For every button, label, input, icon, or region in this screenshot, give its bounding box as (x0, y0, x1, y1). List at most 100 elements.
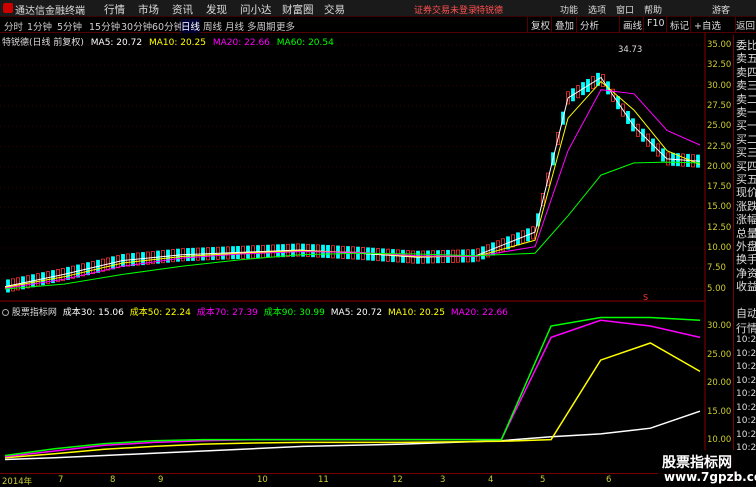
watermark-url: www.7gpzb.com (664, 470, 756, 484)
tool-back[interactable]: 返回 (735, 17, 756, 32)
tool-overlay[interactable]: 叠加 (551, 17, 577, 32)
date-tick: 11 (318, 475, 329, 485)
date-tick: 12 (392, 475, 403, 485)
title-bar: 通达信金融终端 行情 市场 资讯 发现 问小达 财富圈 交易 证券交易未登录 特… (0, 0, 756, 17)
period-15min[interactable]: 15分钟 (89, 19, 120, 33)
date-tick: 8 (110, 475, 116, 485)
price-tick: 5.00 (707, 283, 726, 294)
indicator-tick: 30.00 (707, 321, 732, 331)
signal-marker: S (643, 293, 649, 302)
cost90-value: 成本90: 30.99 (263, 308, 325, 318)
indicator-header: 股票指标网 成本30: 15.06 成本50: 22.24 成本70: 27.3… (2, 305, 508, 318)
watermark: 股票指标网 www.7gpzb.com (658, 450, 756, 487)
ma5-value: MA5: 20.72 (90, 38, 143, 48)
indicator-tick: 25.00 (707, 349, 732, 360)
period-weekly[interactable]: 周线 (203, 19, 222, 33)
series-ma10-line (4, 80, 701, 288)
period-1min[interactable]: 1分钟 (27, 19, 52, 33)
menu-functions[interactable]: 功能 (560, 3, 578, 16)
sub-ma10-value: MA10: 20.25 (387, 308, 445, 318)
date-tick: 7 (58, 475, 64, 485)
price-tick: 10.00 (707, 243, 732, 253)
side-label: 行情 (736, 322, 756, 335)
ma10-value: MA10: 20.25 (148, 38, 206, 48)
app-logo-icon (3, 3, 13, 13)
menu-wealth[interactable]: 财富圈 (282, 2, 314, 17)
period-timeshare[interactable]: 分时 (4, 19, 23, 33)
menu-news[interactable]: 资讯 (172, 2, 193, 17)
indicator-tick: 15.00 (707, 406, 732, 417)
date-tick: 5 (540, 475, 546, 485)
menu-market[interactable]: 市场 (138, 2, 159, 17)
side-label: 10:20 (736, 429, 756, 440)
price-tick: 35.00 (707, 40, 732, 50)
side-label: 10:20 (736, 362, 756, 372)
date-tick: 2014年 (2, 477, 33, 487)
cost70-value: 成本70: 27.39 (196, 308, 258, 318)
price-tick: 17.50 (707, 182, 732, 193)
indicator-name[interactable]: 股票指标网 (12, 308, 57, 318)
chart-title: 特锐德(日线 前复权) (2, 38, 84, 48)
tool-mark[interactable]: 标记 (666, 17, 692, 32)
indicator-line (4, 342, 701, 459)
date-tick: 9 (158, 475, 164, 485)
price-tick: 32.50 (707, 60, 732, 71)
indicator-tick: 10.00 (707, 435, 732, 445)
cost30-value: 成本30: 15.06 (62, 308, 124, 318)
price-tick: 20.00 (707, 161, 732, 172)
period-more[interactable]: 更多 (276, 19, 295, 33)
kline-chart[interactable] (0, 33, 733, 473)
cost50-value: 成本50: 22.24 (129, 308, 191, 318)
date-tick: 3 (440, 475, 446, 485)
menu-quotes[interactable]: 行情 (104, 2, 125, 17)
menu-discover[interactable]: 发现 (206, 2, 227, 17)
current-stock: 特锐德 (476, 6, 504, 16)
price-tick: 22.50 (707, 141, 732, 152)
tool-restore-rights[interactable]: 复权 (527, 17, 553, 32)
price-tick: 27.50 (707, 100, 732, 111)
period-30min[interactable]: 30分钟 (121, 19, 152, 33)
side-label: 10:20 (736, 402, 756, 413)
menu-trade[interactable]: 交易 (324, 2, 345, 17)
tool-add-watchlist[interactable]: +自选 (690, 17, 724, 32)
menu-ask[interactable]: 问小达 (240, 2, 272, 17)
price-tick: 15.00 (707, 202, 732, 213)
quote-side-panel: 委比 卖五 卖四 卖三 卖二 卖一 买一 买二 买三 买四 买五 现价 涨跌 涨幅 总量 外盘 换手 净资 收益 自动… (733, 35, 756, 485)
app-name: 通达信金融终端 (15, 6, 85, 17)
guest-label[interactable]: 游客 (712, 3, 730, 16)
peak-price-label: 34.73 (618, 45, 643, 55)
period-multi[interactable]: 多周期 (247, 19, 276, 33)
period-60min[interactable]: 60分钟 (152, 19, 183, 33)
indicator-settings-icon[interactable] (2, 309, 9, 316)
price-tick: 12.50 (707, 222, 732, 233)
period-monthly[interactable]: 月线 (225, 19, 244, 33)
date-tick: 6 (606, 475, 612, 485)
tool-draw[interactable]: 画线 (619, 17, 645, 32)
date-tick: 4 (488, 475, 494, 485)
date-axis: 2014年 7 8 9 10 11 12 3 4 5 6 (0, 473, 705, 487)
ma20-value: MA20: 22.66 (212, 38, 270, 48)
period-toolbar: 分时 1分钟 5分钟 15分钟 30分钟 60分钟 日线 周线 月线 多周期 更… (0, 17, 756, 33)
indicator-tick: 20.00 (707, 378, 732, 388)
ma60-value: MA60: 20.54 (276, 38, 334, 48)
watermark-title: 股票指标网 (662, 455, 732, 471)
price-tick: 7.50 (707, 263, 726, 274)
side-label: 收益 (736, 280, 756, 294)
price-tick: 30.00 (707, 80, 732, 91)
tool-analysis[interactable]: 分析 (576, 17, 602, 32)
period-daily[interactable]: 日线 (181, 19, 201, 33)
menu-options[interactable]: 选项 (588, 3, 606, 16)
price-tick: 25.00 (707, 121, 732, 132)
menu-help[interactable]: 帮助 (644, 3, 662, 16)
tool-f10[interactable]: F10 (643, 17, 668, 32)
menu-window[interactable]: 窗口 (616, 3, 634, 16)
sub-ma20-value: MA20: 22.66 (450, 308, 508, 318)
sub-ma5-value: MA5: 20.72 (330, 308, 383, 318)
indicator-line (4, 410, 701, 461)
side-label: 10:20 (736, 335, 756, 345)
login-status[interactable]: 证券交易未登录 (414, 3, 477, 16)
indicator-line (4, 319, 701, 458)
side-label: 自动 (736, 307, 756, 320)
side-label: 10:20 (736, 389, 756, 399)
period-5min[interactable]: 5分钟 (57, 19, 82, 33)
